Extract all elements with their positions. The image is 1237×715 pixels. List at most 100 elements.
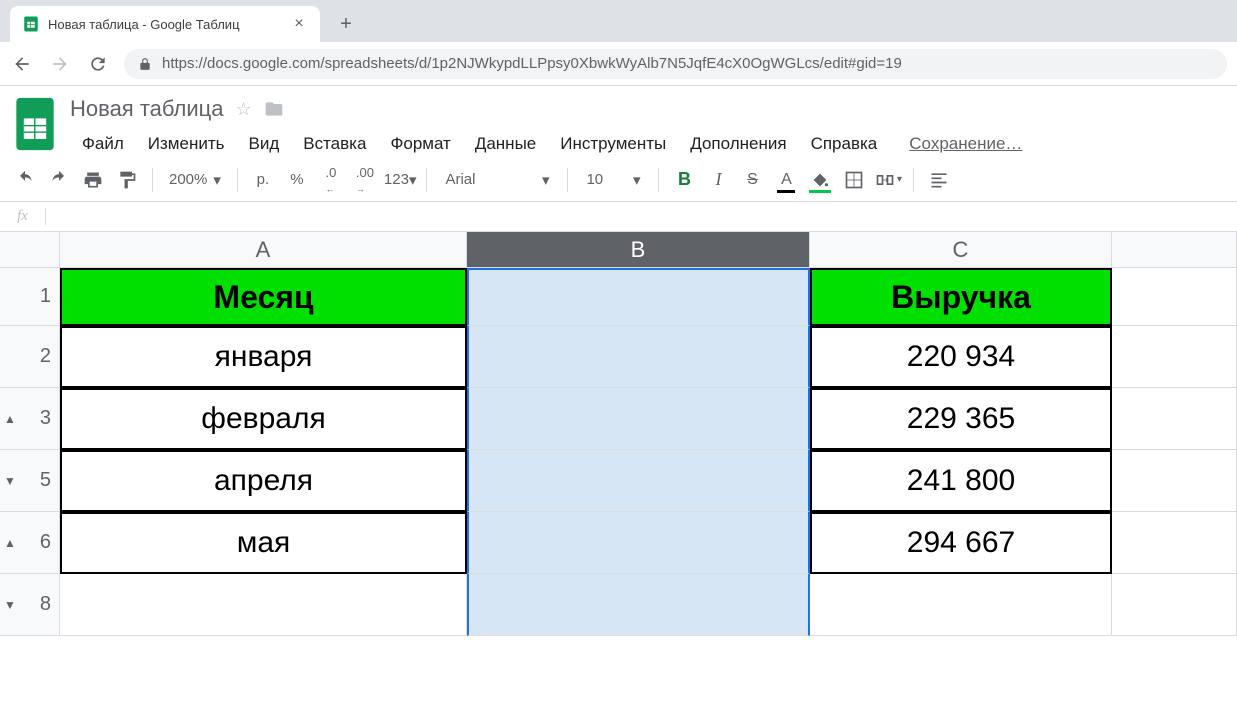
- column-header-a[interactable]: A: [60, 232, 467, 268]
- address-bar: https://docs.google.com/spreadsheets/d/1…: [0, 42, 1237, 86]
- row-header-6[interactable]: ▲6: [0, 512, 60, 574]
- menu-tools[interactable]: Инструменты: [548, 130, 678, 158]
- borders-button[interactable]: [839, 165, 869, 195]
- spreadsheet-grid: A B C 1 Месяц Выручка 2 января 220 934 ▲…: [0, 232, 1237, 636]
- italic-button[interactable]: I: [703, 165, 733, 195]
- browser-tab[interactable]: Новая таблица - Google Таблиц ×: [10, 6, 320, 42]
- cell-d6[interactable]: [1112, 512, 1237, 574]
- redo-button[interactable]: [44, 165, 74, 195]
- cell-d8[interactable]: [1112, 574, 1237, 636]
- row-header-1[interactable]: 1: [0, 268, 60, 326]
- more-formats-label: 123: [384, 171, 409, 188]
- horizontal-align-button[interactable]: [924, 165, 954, 195]
- column-header-d[interactable]: [1112, 232, 1237, 268]
- cell-a5[interactable]: апреля: [60, 450, 467, 512]
- forward-button[interactable]: [48, 52, 72, 76]
- separator: [658, 168, 659, 192]
- font-size-value: 10: [586, 171, 603, 188]
- cell-a6[interactable]: мая: [60, 512, 467, 574]
- table-row: 2 января 220 934: [0, 326, 1237, 388]
- sheets-header: Новая таблица ☆ Файл Изменить Вид Вставк…: [0, 86, 1237, 158]
- cell-b3[interactable]: [467, 388, 810, 450]
- group-expand-icon[interactable]: ▲: [4, 412, 16, 426]
- separator: [152, 168, 153, 192]
- decrease-decimal-button[interactable]: .0←: [316, 165, 346, 195]
- cell-d3[interactable]: [1112, 388, 1237, 450]
- cell-c1[interactable]: Выручка: [810, 268, 1112, 326]
- menu-file[interactable]: Файл: [70, 130, 136, 158]
- tab-strip: Новая таблица - Google Таблиц × +: [0, 0, 1237, 42]
- menu-view[interactable]: Вид: [236, 130, 291, 158]
- merge-cells-button[interactable]: ▾: [873, 165, 903, 195]
- cell-b2[interactable]: [467, 326, 810, 388]
- more-formats-button[interactable]: 123▾: [384, 165, 417, 195]
- menu-help[interactable]: Справка: [799, 130, 890, 158]
- strikethrough-button[interactable]: S: [737, 165, 767, 195]
- cell-a2[interactable]: января: [60, 326, 467, 388]
- select-all-corner[interactable]: [0, 232, 60, 268]
- url-box[interactable]: https://docs.google.com/spreadsheets/d/1…: [124, 49, 1227, 79]
- table-row: ▼5 апреля 241 800: [0, 450, 1237, 512]
- cell-b5[interactable]: [467, 450, 810, 512]
- column-header-c[interactable]: C: [810, 232, 1112, 268]
- currency-button[interactable]: р.: [248, 165, 278, 195]
- row-header-3[interactable]: ▲3: [0, 388, 60, 450]
- formula-bar: fx: [0, 202, 1237, 232]
- row-header-8[interactable]: ▼8: [0, 574, 60, 636]
- fill-color-button[interactable]: [805, 165, 835, 195]
- cell-a8[interactable]: [60, 574, 467, 636]
- cell-c3[interactable]: 229 365: [810, 388, 1112, 450]
- cell-d2[interactable]: [1112, 326, 1237, 388]
- row-header-2[interactable]: 2: [0, 326, 60, 388]
- toolbar: 200%▾ р. % .0← .00→ 123▾ Arial▾ 10▾ B I …: [0, 158, 1237, 202]
- cell-b6[interactable]: [467, 512, 810, 574]
- fx-label: fx: [0, 208, 46, 225]
- font-dropdown[interactable]: Arial▾: [437, 171, 557, 189]
- cell-c8[interactable]: [810, 574, 1112, 636]
- menu-insert[interactable]: Вставка: [291, 130, 378, 158]
- bold-button[interactable]: B: [669, 165, 699, 195]
- menubar: Файл Изменить Вид Вставка Формат Данные …: [70, 130, 1227, 158]
- cell-d5[interactable]: [1112, 450, 1237, 512]
- menu-data[interactable]: Данные: [463, 130, 548, 158]
- document-title[interactable]: Новая таблица: [70, 96, 223, 122]
- cell-d1[interactable]: [1112, 268, 1237, 326]
- saving-status: Сохранение…: [909, 134, 1022, 154]
- font-size-dropdown[interactable]: 10▾: [578, 171, 648, 189]
- new-tab-button[interactable]: +: [332, 10, 360, 38]
- paint-format-button[interactable]: [112, 165, 142, 195]
- cell-c2[interactable]: 220 934: [810, 326, 1112, 388]
- menu-format[interactable]: Формат: [378, 130, 462, 158]
- back-button[interactable]: [10, 52, 34, 76]
- zoom-dropdown[interactable]: 200%▾: [163, 171, 227, 189]
- percent-button[interactable]: %: [282, 165, 312, 195]
- group-collapse-icon[interactable]: ▼: [4, 598, 16, 612]
- menu-addons[interactable]: Дополнения: [678, 130, 798, 158]
- cell-c5[interactable]: 241 800: [810, 450, 1112, 512]
- formula-input[interactable]: [46, 202, 1237, 231]
- cell-a3[interactable]: февраля: [60, 388, 467, 450]
- browser-chrome: Новая таблица - Google Таблиц × + https:…: [0, 0, 1237, 86]
- increase-decimal-button[interactable]: .00→: [350, 165, 380, 195]
- cell-b8[interactable]: [467, 574, 810, 636]
- text-color-button[interactable]: A: [771, 165, 801, 195]
- undo-button[interactable]: [10, 165, 40, 195]
- sheets-logo[interactable]: [10, 94, 60, 154]
- cell-b1[interactable]: [467, 268, 810, 326]
- separator: [913, 168, 914, 192]
- group-expand-icon[interactable]: ▲: [4, 536, 16, 550]
- cell-a1[interactable]: Месяц: [60, 268, 467, 326]
- chevron-down-icon: ▾: [897, 174, 902, 185]
- menu-edit[interactable]: Изменить: [136, 130, 237, 158]
- row-header-5[interactable]: ▼5: [0, 450, 60, 512]
- folder-icon[interactable]: [264, 99, 284, 119]
- star-icon[interactable]: ☆: [235, 99, 251, 120]
- cell-c6[interactable]: 294 667: [810, 512, 1112, 574]
- print-button[interactable]: [78, 165, 108, 195]
- tab-close-icon[interactable]: ×: [290, 15, 308, 33]
- chevron-down-icon: ▾: [409, 171, 417, 189]
- title-area: Новая таблица ☆ Файл Изменить Вид Вставк…: [70, 94, 1227, 158]
- column-header-b[interactable]: B: [467, 232, 810, 268]
- group-collapse-icon[interactable]: ▼: [4, 474, 16, 488]
- reload-button[interactable]: [86, 52, 110, 76]
